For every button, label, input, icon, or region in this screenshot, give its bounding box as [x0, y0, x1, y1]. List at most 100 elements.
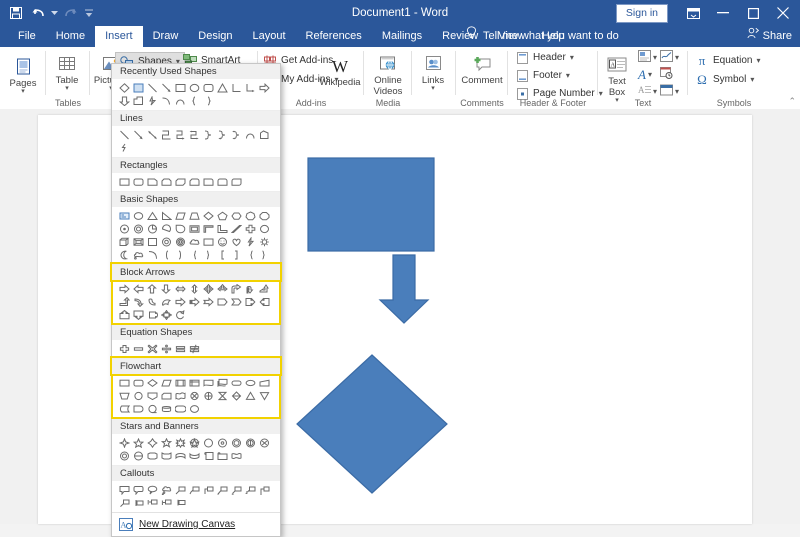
shape-cloud-callout-icon[interactable] [131, 248, 145, 261]
shape-cube-icon[interactable] [117, 235, 131, 248]
shape-flowchart-process-icon[interactable] [117, 376, 131, 389]
shape-curved-down-arrow-icon[interactable] [173, 295, 187, 308]
shape-left-brace-icon[interactable] [187, 248, 201, 261]
shape-flowchart-terminator-icon[interactable] [229, 376, 243, 389]
shape-explosion-1-icon[interactable] [257, 436, 271, 449]
right-scroll-rail[interactable] [786, 109, 800, 524]
tab-file[interactable]: File [8, 26, 46, 47]
shape-frame-icon[interactable] [187, 222, 201, 235]
shape-round-single-corner-rectangle-icon[interactable] [201, 175, 215, 188]
shape-pentagon-arrow-icon[interactable] [215, 295, 229, 308]
shape-half-frame-icon[interactable] [201, 222, 215, 235]
shape-flowchart-merge-icon[interactable] [257, 389, 271, 402]
shape-dodecagon-icon[interactable] [131, 222, 145, 235]
shape-heptagon-icon[interactable] [243, 209, 257, 222]
shape-line-callout-accent-4-icon[interactable] [173, 496, 187, 509]
chevron-down-icon[interactable]: ▾ [653, 87, 657, 95]
shape-curved-left-arrow-icon[interactable] [145, 295, 159, 308]
shape-quad-arrow-icon[interactable] [201, 282, 215, 295]
shape-octagon-icon[interactable] [257, 209, 271, 222]
shape-snip-diagonal-corner-rectangle-icon[interactable] [173, 175, 187, 188]
gallery-section-basic-shapes[interactable] [112, 207, 280, 264]
shape-star-7-point-icon[interactable] [159, 436, 173, 449]
shape-round-same-side-corner-rectangle-icon[interactable] [215, 175, 229, 188]
shape-left-right-arrow-callout-icon[interactable] [145, 308, 159, 321]
tab-insert[interactable]: Insert [95, 26, 143, 47]
shape-flowchart-decision-icon[interactable] [145, 376, 159, 389]
shape-flowchart-connector-icon[interactable] [131, 389, 145, 402]
shape-line-callout-bordered-3-icon[interactable] [257, 483, 271, 496]
minimize-icon[interactable] [708, 0, 738, 26]
shape-circular-arrow-icon[interactable] [173, 308, 187, 321]
shape-not-equal-icon[interactable] [187, 342, 201, 355]
shape-equal-icon[interactable] [173, 342, 187, 355]
shape-spiral-icon[interactable] [173, 235, 187, 248]
shape-left-right-arrow-icon[interactable] [173, 282, 187, 295]
shape-flowchart-predefined-process-icon[interactable] [173, 376, 187, 389]
gallery-section-recent[interactable] [112, 79, 280, 110]
shape-cloud-callout-icon[interactable] [159, 483, 173, 496]
online-videos-button[interactable]: Online Videos [364, 50, 412, 97]
shape-right-arrow-callout-icon[interactable] [243, 295, 257, 308]
gallery-section-flowchart[interactable] [111, 373, 281, 419]
shape-plus-icon[interactable] [117, 342, 131, 355]
shape-striped-right-arrow-icon[interactable] [187, 295, 201, 308]
shape-can-icon[interactable] [257, 222, 271, 235]
shape-double-brace-right-icon[interactable] [257, 248, 271, 261]
shape-oval-callout-icon[interactable] [145, 483, 159, 496]
shape-flowchart-summing-junction-icon[interactable] [187, 389, 201, 402]
shape-arc-icon[interactable] [243, 128, 257, 141]
tab-references[interactable]: References [296, 26, 372, 47]
shape-double-brace-left-icon[interactable] [243, 248, 257, 261]
shape-triangle-icon[interactable] [145, 209, 159, 222]
shape-rectangle-block-icon[interactable] [201, 235, 215, 248]
shape-flowchart-offpage-connector-icon[interactable] [145, 389, 159, 402]
shape-u-turn-arrow-icon[interactable] [243, 282, 257, 295]
gallery-section-block-arrows[interactable] [111, 279, 281, 325]
shape-star-5-point-icon[interactable] [131, 436, 145, 449]
gallery-section-rectangles[interactable] [112, 173, 280, 191]
close-icon[interactable] [768, 0, 798, 26]
shape-star-8-point-icon[interactable] [173, 436, 187, 449]
shape-flowchart-direct-access-storage-icon[interactable] [173, 402, 187, 415]
shape-down-arrow-icon[interactable] [159, 282, 173, 295]
shape-curve-icon[interactable] [159, 94, 173, 107]
shape-snip-same-side-corner-rectangle-icon[interactable] [159, 175, 173, 188]
shape-flowchart-process-icon[interactable] [131, 94, 145, 107]
shape-up-down-arrow-icon[interactable] [187, 282, 201, 295]
shape-arc-icon[interactable] [173, 94, 187, 107]
tab-mailings[interactable]: Mailings [372, 26, 432, 47]
shape-pie-icon[interactable] [145, 222, 159, 235]
wikipedia-button[interactable]: W Wikipedia [318, 52, 362, 89]
shape-multiply-icon[interactable] [145, 342, 159, 355]
shape-left-brace-icon[interactable] [187, 94, 201, 107]
shape-left-up-arrow-icon[interactable] [257, 282, 271, 295]
shape-explosion-2-icon[interactable] [117, 449, 131, 462]
shape-connector-elbow-icon[interactable] [159, 128, 173, 141]
shape-divide-icon[interactable] [159, 342, 173, 355]
shape-round-diagonal-corner-rectangle-icon[interactable] [229, 175, 243, 188]
shape-line-arrow-icon[interactable] [131, 128, 145, 141]
shape-arrow-icon[interactable] [159, 81, 173, 94]
shape-up-ribbon-icon[interactable] [145, 449, 159, 462]
chevron-down-icon[interactable]: ▾ [21, 88, 25, 95]
ribbon-display-options-icon[interactable] [678, 0, 708, 26]
gallery-section-equation-shapes[interactable] [112, 340, 280, 358]
shape-donut-icon[interactable] [159, 235, 173, 248]
signature-line-button[interactable]: ▾ [660, 50, 679, 65]
shape-curved-up-arrow-icon[interactable] [159, 295, 173, 308]
shape-flowchart-sort-icon[interactable] [229, 389, 243, 402]
shape-parallelogram-icon[interactable] [173, 209, 187, 222]
shape-rectangular-callout-icon[interactable] [117, 483, 131, 496]
shape-square-bracket-left-icon[interactable] [215, 248, 229, 261]
shape-star-4-point-icon[interactable] [117, 436, 131, 449]
shape-decagon-icon[interactable] [117, 222, 131, 235]
shape-star-16-point-icon[interactable] [215, 436, 229, 449]
shape-left-arrow-icon[interactable] [131, 282, 145, 295]
shape-up-arrow-icon[interactable] [145, 282, 159, 295]
shape-flowchart-sequential-access-icon[interactable] [145, 402, 159, 415]
shape-left-right-up-arrow-icon[interactable] [215, 282, 229, 295]
shape-star-32-point-icon[interactable] [243, 436, 257, 449]
shape-right-arrow-icon[interactable] [117, 282, 131, 295]
shape-curved-down-ribbon-icon[interactable] [187, 449, 201, 462]
